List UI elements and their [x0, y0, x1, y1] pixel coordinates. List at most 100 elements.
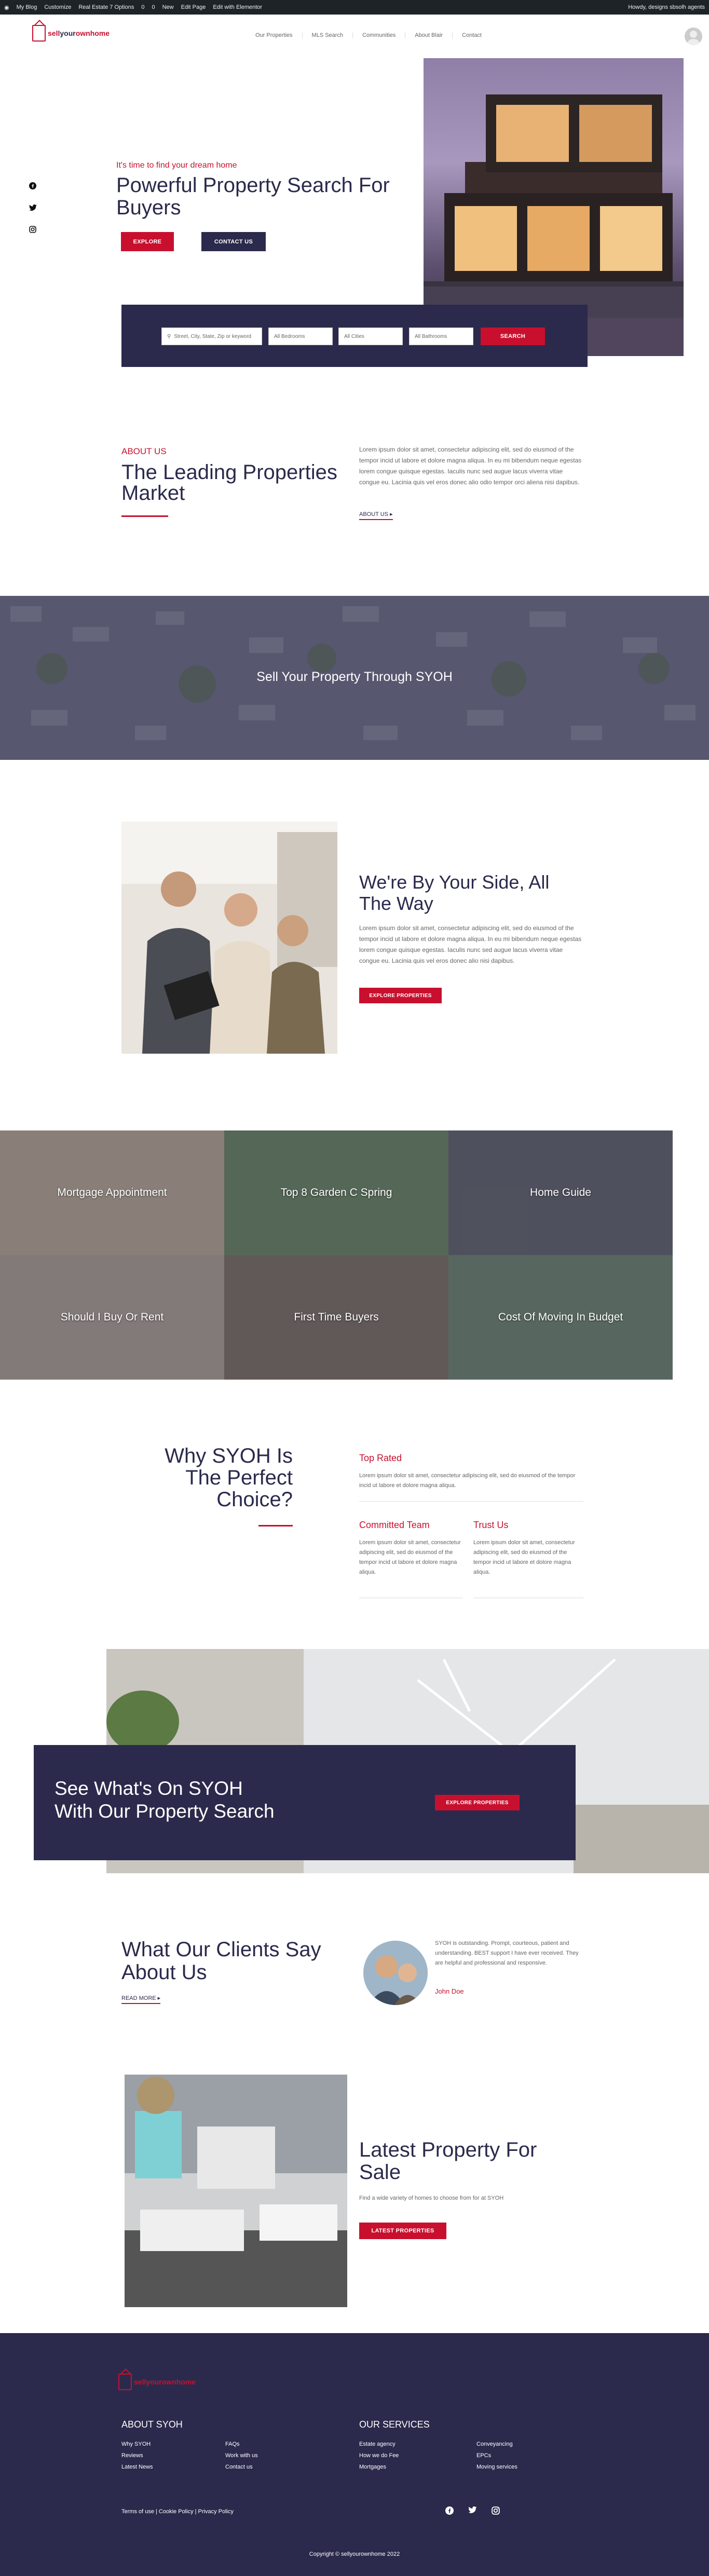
footer-link[interactable]: EPCs [476, 2450, 517, 2461]
footer-link[interactable]: Moving services [476, 2461, 517, 2473]
keyword-search-input[interactable]: ⚲ Street, City, State, Zip or keyword [161, 328, 262, 345]
about-underline [121, 515, 168, 517]
footer-services-links-a: Estate agency How we do Fee Mortgages [359, 2438, 399, 2473]
bathrooms-select[interactable]: All Bathrooms [409, 328, 473, 345]
contact-us-button[interactable]: CONTACT US [201, 232, 266, 251]
read-more-link[interactable]: READ MORE ▸ [121, 1995, 161, 2004]
property-search-bar: ⚲ Street, City, State, Zip or keyword Al… [121, 305, 588, 367]
top-rated-body: Lorem ipsum dolor sit amet, consectetur … [359, 1473, 576, 1489]
main-nav: Our Properties MLS Search Communities Ab… [246, 32, 491, 38]
facebook-icon[interactable] [29, 182, 37, 190]
about-body: Lorem ipsum dolor sit amet, consectetur … [359, 446, 582, 486]
side-title: We're By Your Side, All The Way [359, 871, 550, 914]
committed-body: Lorem ipsum dolor sit amet, consectetur … [359, 1539, 461, 1575]
admin-item[interactable]: Edit with Elementor [213, 4, 262, 10]
footer-services-links-b: Conveyancing EPCs Moving services [476, 2438, 517, 2473]
agents-photo [121, 822, 337, 1054]
footer-copyright: Copyright © sellyourownhome 2022 [309, 2551, 400, 2557]
hero-title: Powerful Property Search For Buyers [116, 174, 390, 219]
top-rated-heading: Top Rated [359, 1453, 402, 1463]
admin-howdy[interactable]: Howdy, designs sbsolh agents [628, 4, 705, 10]
site-logo[interactable]: sell your ownhome [32, 25, 110, 42]
nav-communities[interactable]: Communities [352, 32, 405, 38]
bedrooms-select[interactable]: All Bedrooms [268, 328, 333, 345]
side-body: Lorem ipsum dolor sit amet, consectetur … [359, 924, 582, 964]
social-links [29, 182, 37, 234]
footer-link[interactable]: Reviews [121, 2450, 153, 2461]
about-title: The Leading Properties Market [121, 461, 337, 505]
search-button[interactable]: SEARCH [481, 328, 545, 345]
client-photo [363, 1941, 428, 2005]
footer-link[interactable]: FAQs [225, 2438, 258, 2450]
tile-buy-or-rent[interactable]: Should I Buy Or Rent [0, 1255, 224, 1380]
footer-logo[interactable]: sell your ownhome [118, 2374, 196, 2390]
latest-properties-button[interactable]: LATEST PROPERTIES [359, 2223, 446, 2239]
tile-mortgage-appointment[interactable]: Mortgage Appointment [0, 1130, 224, 1255]
explore-button[interactable]: EXPLORE [121, 232, 174, 251]
trust-body: Lorem ipsum dolor sit amet, consectetur … [473, 1539, 575, 1575]
cta-panel: See What's On SYOH With Our Property Sea… [34, 1745, 576, 1860]
admin-item[interactable]: 0 [141, 4, 144, 10]
nav-contact[interactable]: Contact [452, 32, 491, 38]
footer-about-heading: ABOUT SYOH [121, 2419, 183, 2430]
divider [359, 1501, 583, 1502]
footer-services-heading: OUR SERVICES [359, 2419, 430, 2430]
footer-link[interactable]: Estate agency [359, 2438, 399, 2450]
admin-item[interactable]: Edit Page [181, 4, 206, 10]
admin-bar: ◉ My Blog Customize Real Estate 7 Option… [0, 0, 709, 15]
about-kicker: ABOUT US [121, 446, 167, 456]
admin-item[interactable]: Real Estate 7 Options [78, 4, 134, 10]
sell-banner: Sell Your Property Through SYOH [0, 596, 709, 760]
tile-first-time-buyers[interactable]: First Time Buyers [224, 1255, 448, 1380]
instagram-icon[interactable] [29, 225, 37, 234]
footer-social [445, 2506, 500, 2517]
client-quote: SYOH is outstanding. Prompt, courteous, … [435, 1940, 579, 1966]
cta-title: See What's On SYOH With Our Property Sea… [54, 1778, 275, 1822]
footer-legal-links[interactable]: Terms of use | Cookie Policy | Privacy P… [121, 2509, 234, 2515]
tile-garden-spring[interactable]: Top 8 Garden C Spring [224, 1130, 448, 1255]
tile-home-guide[interactable]: Home Guide [448, 1130, 673, 1255]
footer-link[interactable]: Contact us [225, 2461, 258, 2473]
latest-body: Find a wide variety of homes to choose f… [359, 2195, 504, 2201]
nav-our-properties[interactable]: Our Properties [246, 32, 302, 38]
cta-explore-properties-button[interactable]: EXPLORE PROPERTIES [435, 1795, 520, 1810]
admin-item[interactable]: Customize [44, 4, 71, 10]
instagram-icon[interactable] [492, 2506, 500, 2517]
twitter-icon[interactable] [468, 2506, 477, 2517]
search-icon: ⚲ [167, 333, 171, 339]
admin-item[interactable]: New [162, 4, 174, 10]
clients-title: What Our Clients Say About Us [121, 1938, 321, 1984]
about-us-link[interactable]: ABOUT US ▸ [359, 511, 393, 520]
explore-properties-button[interactable]: EXPLORE PROPERTIES [359, 988, 442, 1003]
footer-link[interactable]: Latest News [121, 2461, 153, 2473]
admin-item[interactable]: 0 [152, 4, 155, 10]
facebook-icon[interactable] [445, 2506, 454, 2517]
footer-link[interactable]: Work with us [225, 2450, 258, 2461]
footer-link[interactable]: Mortgages [359, 2461, 399, 2473]
house-logo-icon [118, 2374, 132, 2390]
why-underline [258, 1525, 293, 1526]
latest-title: Latest Property For Sale [359, 2138, 537, 2184]
cities-select[interactable]: All Cities [338, 328, 403, 345]
client-author: John Doe [435, 1987, 464, 1995]
footer-link[interactable]: Why SYOH [121, 2438, 153, 2450]
footer-link[interactable]: How we do Fee [359, 2450, 399, 2461]
user-avatar[interactable] [685, 28, 702, 45]
site-header: sell your ownhome Our Properties MLS Searc… [0, 15, 709, 58]
footer-about-links-a: Why SYOH Reviews Latest News [121, 2438, 153, 2473]
trust-heading: Trust Us [473, 1520, 509, 1530]
house-logo-icon [32, 25, 46, 42]
why-title: Why SYOH Is The Perfect Choice? [165, 1444, 293, 1511]
wordpress-icon[interactable]: ◉ [4, 4, 9, 11]
nav-mls-search[interactable]: MLS Search [302, 32, 353, 38]
hero-tagline: It's time to find your dream home [116, 161, 237, 170]
tile-cost-of-moving[interactable]: Cost Of Moving In Budget [448, 1255, 673, 1380]
latest-property-image [125, 2075, 347, 2307]
twitter-icon[interactable] [29, 203, 37, 212]
admin-item[interactable]: My Blog [17, 4, 37, 10]
nav-about[interactable]: About Blair [405, 32, 452, 38]
sell-banner-text: Sell Your Property Through SYOH [256, 670, 453, 684]
site-footer: sell your ownhome ABOUT SYOH Why SYOH Revi… [0, 2333, 709, 2576]
footer-link[interactable]: Conveyancing [476, 2438, 517, 2450]
footer-about-links-b: FAQs Work with us Contact us [225, 2438, 258, 2473]
